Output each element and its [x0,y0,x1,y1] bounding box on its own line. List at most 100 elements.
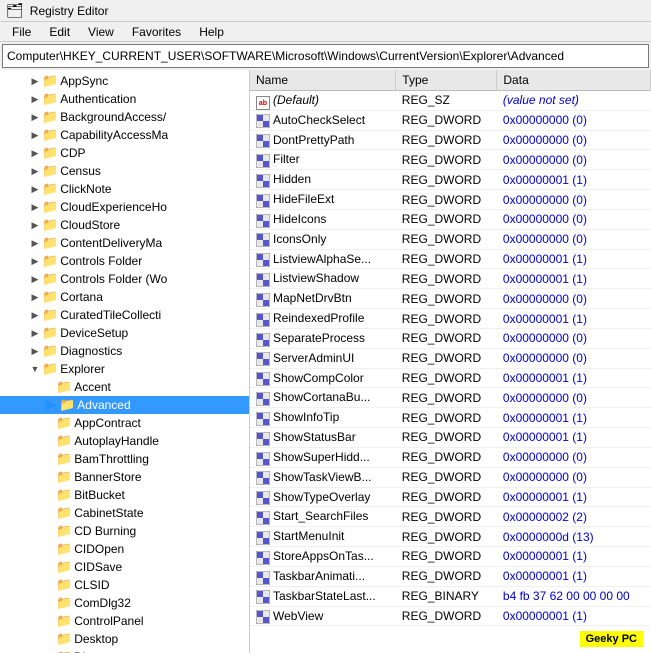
registry-row[interactable]: HideIconsREG_DWORD0x00000000 (0) [250,209,651,229]
registry-row[interactable]: ShowCortanaBu...REG_DWORD0x00000000 (0) [250,388,651,408]
app-icon: 🗂 [6,2,24,19]
registry-row[interactable]: ReindexedProfileREG_DWORD0x00000001 (1) [250,309,651,329]
expand-icon[interactable]: ▶ [28,148,42,159]
registry-row[interactable]: ShowStatusBarREG_DWORD0x00000001 (1) [250,428,651,448]
expand-icon[interactable]: ▶ [28,346,42,357]
tree-item-label: Explorer [60,362,105,376]
tree-item[interactable]: ▶📁Controls Folder [0,252,249,270]
tree-item[interactable]: 📁ComDlg32 [0,594,249,612]
menu-item-edit[interactable]: Edit [41,23,78,41]
registry-row[interactable]: SeparateProcessREG_DWORD0x00000000 (0) [250,328,651,348]
registry-row[interactable]: HiddenREG_DWORD0x00000001 (1) [250,170,651,190]
tree-item[interactable]: 📁Desktop [0,630,249,648]
expand-icon[interactable]: ▶ [28,220,42,231]
registry-row[interactable]: StartMenuInitREG_DWORD0x0000000d (13) [250,527,651,547]
address-bar[interactable]: Computer\HKEY_CURRENT_USER\SOFTWARE\Micr… [2,44,649,68]
registry-row[interactable]: AutoCheckSelectREG_DWORD0x00000000 (0) [250,110,651,130]
col-type[interactable]: Type [396,70,497,91]
expand-icon[interactable]: ▶ [28,292,42,303]
tree-item[interactable]: ▶📁CapabilityAccessMa [0,126,249,144]
tree-item[interactable]: 📁CD Burning [0,522,249,540]
registry-row[interactable]: ListviewShadowREG_DWORD0x00000001 (1) [250,269,651,289]
tree-item[interactable]: ▶📁Cortana [0,288,249,306]
registry-row[interactable]: StoreAppsOnTas...REG_DWORD0x00000001 (1) [250,547,651,567]
tree-item[interactable]: ▶📁Controls Folder (Wo [0,270,249,288]
expand-icon[interactable]: ▶ [28,328,42,339]
registry-pane[interactable]: Name Type Data ab(Default)REG_SZ(value n… [250,70,651,653]
tree-item[interactable]: ➤📁Advanced [0,396,249,414]
registry-row[interactable]: ShowTaskViewB...REG_DWORD0x00000000 (0) [250,467,651,487]
col-name[interactable]: Name [250,70,396,91]
registry-name: ReindexedProfile [250,309,396,329]
expand-icon[interactable]: ▶ [28,238,42,249]
tree-item[interactable]: 📁Discove... [0,648,249,653]
tree-item[interactable]: 📁BannerStore [0,468,249,486]
registry-row[interactable]: TaskbarAnimati...REG_DWORD0x00000001 (1) [250,566,651,586]
tree-item[interactable]: 📁CLSID [0,576,249,594]
registry-row[interactable]: DontPrettyPathREG_DWORD0x00000000 (0) [250,130,651,150]
folder-icon: 📁 [42,163,58,179]
registry-row[interactable]: ShowTypeOverlayREG_DWORD0x00000001 (1) [250,487,651,507]
tree-item[interactable]: 📁BitBucket [0,486,249,504]
titlebar: 🗂 Registry Editor [0,0,651,22]
expand-icon[interactable]: ▶ [28,112,42,123]
registry-name-text: (Default) [273,93,319,107]
registry-row[interactable]: TaskbarStateLast...REG_BINARYb4 fb 37 62… [250,586,651,606]
expand-icon[interactable]: ▶ [28,202,42,213]
menu-item-file[interactable]: File [4,23,39,41]
tree-item[interactable]: ▶📁Diagnostics [0,342,249,360]
registry-type: REG_DWORD [396,368,497,388]
registry-row[interactable]: ShowSuperHidd...REG_DWORD0x00000000 (0) [250,447,651,467]
tree-item[interactable]: 📁CIDOpen [0,540,249,558]
tree-item[interactable]: ▶📁DeviceSetup [0,324,249,342]
expand-icon[interactable]: ▶ [28,256,42,267]
tree-item[interactable]: 📁CabinetState [0,504,249,522]
tree-item[interactable]: ▶📁CloudStore [0,216,249,234]
tree-item-label: Cortana [60,290,103,304]
tree-item[interactable]: ▶📁CDP [0,144,249,162]
menu-item-help[interactable]: Help [191,23,232,41]
tree-item[interactable]: ▶📁Authentication [0,90,249,108]
tree-pane[interactable]: ▶📁AppSync▶📁Authentication▶📁BackgroundAcc… [0,70,250,653]
tree-item[interactable]: ▶📁Census [0,162,249,180]
registry-row[interactable]: MapNetDrvBtnREG_DWORD0x00000000 (0) [250,289,651,309]
registry-row[interactable]: HideFileExtREG_DWORD0x00000000 (0) [250,190,651,210]
registry-row[interactable]: FilterREG_DWORD0x00000000 (0) [250,150,651,170]
tree-item[interactable]: 📁ControlPanel [0,612,249,630]
registry-row[interactable]: ShowInfoTipREG_DWORD0x00000001 (1) [250,408,651,428]
tree-item[interactable]: 📁AutoplayHandle [0,432,249,450]
registry-row[interactable]: WebViewREG_DWORD0x00000001 (1) [250,606,651,626]
registry-row[interactable]: Start_SearchFilesREG_DWORD0x00000002 (2) [250,507,651,527]
expand-icon[interactable]: ▶ [28,310,42,321]
tree-item[interactable]: ▶📁AppSync [0,72,249,90]
menu-item-favorites[interactable]: Favorites [124,23,189,41]
tree-item[interactable]: ▶📁ClickNote [0,180,249,198]
tree-item[interactable]: 📁CIDSave [0,558,249,576]
registry-row[interactable]: ShowCompColorREG_DWORD0x00000001 (1) [250,368,651,388]
tree-item[interactable]: ▼📁Explorer [0,360,249,378]
tree-item[interactable]: 📁AppContract [0,414,249,432]
col-data[interactable]: Data [497,70,651,91]
reg-dword-icon [256,391,270,405]
registry-data: 0x00000001 (1) [497,566,651,586]
expand-icon[interactable]: ▶ [28,166,42,177]
registry-row[interactable]: ServerAdminUIREG_DWORD0x00000000 (0) [250,348,651,368]
expand-icon[interactable]: ▶ [28,184,42,195]
tree-item[interactable]: ▶📁CloudExperienceHo [0,198,249,216]
tree-item[interactable]: ▶📁BackgroundAccess/ [0,108,249,126]
expand-icon[interactable]: ▶ [28,94,42,105]
tree-item[interactable]: 📁Accent [0,378,249,396]
registry-row[interactable]: ab(Default)REG_SZ(value not set) [250,91,651,111]
tree-item[interactable]: ▶📁ContentDeliveryMa [0,234,249,252]
registry-name-text: ShowTaskViewB... [273,470,372,484]
expand-icon[interactable]: ▶ [28,130,42,141]
tree-item[interactable]: ▶📁CuratedTileCollecti [0,306,249,324]
registry-type: REG_DWORD [396,547,497,567]
expand-icon[interactable]: ▶ [28,274,42,285]
tree-item[interactable]: 📁BamThrottling [0,450,249,468]
expand-icon[interactable]: ▶ [28,76,42,87]
registry-row[interactable]: IconsOnlyREG_DWORD0x00000000 (0) [250,229,651,249]
registry-row[interactable]: ListviewAlphaSe...REG_DWORD0x00000001 (1… [250,249,651,269]
expand-icon[interactable]: ▼ [28,364,42,374]
menu-item-view[interactable]: View [80,23,122,41]
